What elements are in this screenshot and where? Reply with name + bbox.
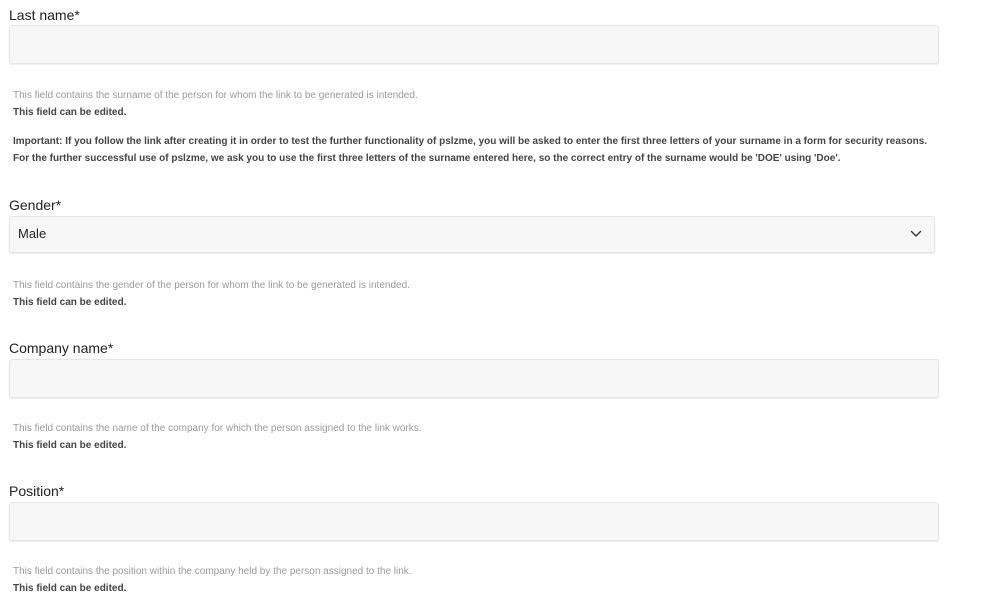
- position-label: Position*: [9, 483, 65, 499]
- last-name-help: This field contains the surname of the p…: [13, 90, 418, 101]
- last-name-editable-note: This field can be edited.: [13, 107, 127, 118]
- important-line-1: Important: If you follow the link after …: [13, 136, 928, 147]
- gender-help: This field contains the gender of the pe…: [13, 280, 410, 291]
- position-editable-note: This field can be edited.: [13, 583, 127, 594]
- position-help: This field contains the position within …: [13, 566, 412, 577]
- last-name-important-note: Important: If you follow the link after …: [13, 133, 933, 167]
- company-name-help: This field contains the name of the comp…: [13, 423, 422, 434]
- position-input[interactable]: [9, 502, 939, 541]
- important-line-2: For the further successful use of pslzme…: [13, 153, 841, 164]
- company-name-input[interactable]: [9, 359, 939, 398]
- gender-label: Gender*: [9, 197, 62, 213]
- last-name-label: Last name*: [9, 7, 80, 23]
- gender-editable-note: This field can be edited.: [13, 297, 127, 308]
- company-name-label: Company name*: [9, 340, 114, 356]
- gender-selected-value: Male: [18, 226, 47, 241]
- chevron-down-icon: [910, 230, 922, 237]
- last-name-input[interactable]: [9, 25, 939, 64]
- gender-select[interactable]: Male: [9, 216, 935, 253]
- company-name-editable-note: This field can be edited.: [13, 440, 127, 451]
